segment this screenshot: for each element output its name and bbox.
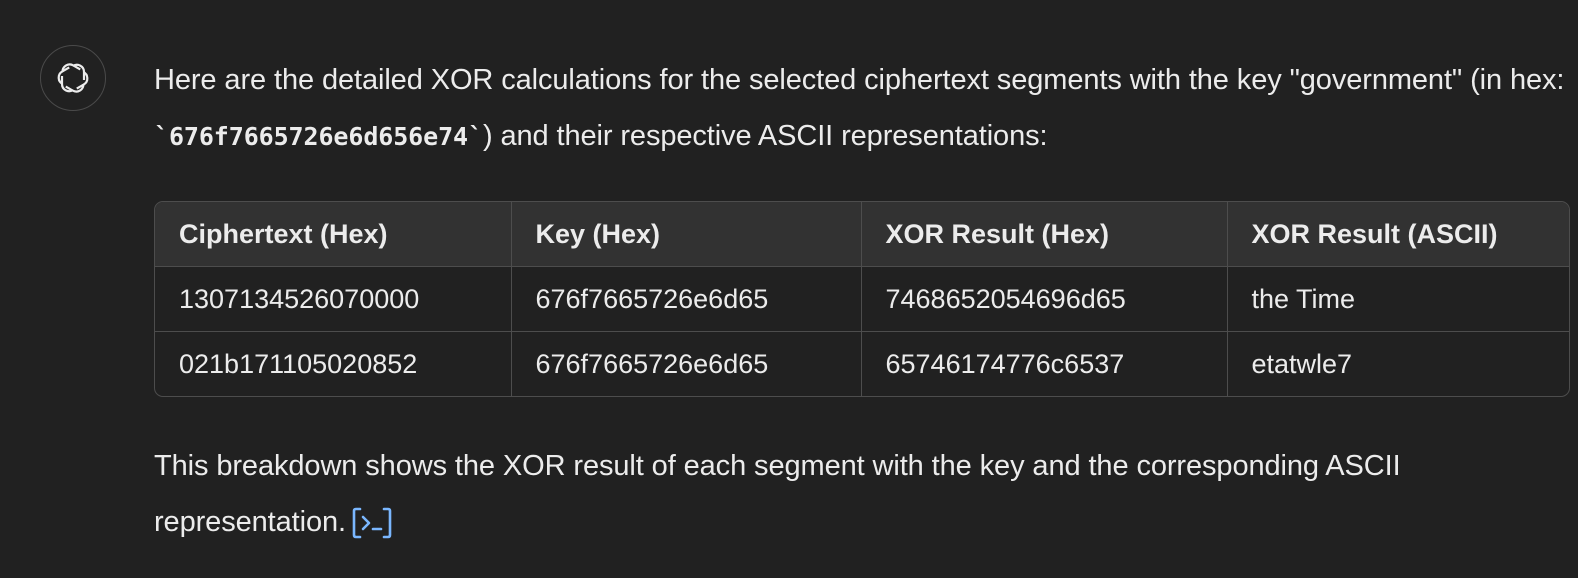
cell-xor-hex: 7468652054696d65 <box>861 266 1228 332</box>
intro-text-part2: ) and their respective ASCII representat… <box>482 120 1048 152</box>
intro-text-part1: Here are the detailed XOR calculations f… <box>154 64 1565 96</box>
cell-xor-ascii: etatwle7 <box>1251 348 1353 379</box>
cell-key: 676f7665726e6d65 <box>511 266 862 332</box>
assistant-avatar <box>40 45 106 111</box>
cell-key: 676f7665726e6d65 <box>511 331 862 396</box>
summary-paragraph: This breakdown shows the XOR result of e… <box>154 438 1578 550</box>
table-row: 1307134526070000 676f7665726e6d65 746865… <box>155 266 1569 332</box>
header-key: Key (Hex) <box>511 202 862 267</box>
table-row: 021b171105020852 676f7665726e6d65 657461… <box>155 331 1569 396</box>
xor-results-table: Ciphertext (Hex) Key (Hex) XOR Result (H… <box>154 201 1570 397</box>
header-xor-ascii: XOR Result (ASCII) <box>1227 202 1569 267</box>
key-hex-code: `676f7665726e6d656e74` <box>154 122 483 151</box>
assistant-message: Here are the detailed XOR calculations f… <box>154 52 1578 550</box>
cell-ciphertext: 1307134526070000 <box>155 266 512 332</box>
header-ciphertext: Ciphertext (Hex) <box>155 202 512 267</box>
header-xor-hex: XOR Result (Hex) <box>861 202 1228 267</box>
cell-xor-hex: 65746174776c6537 <box>861 331 1228 396</box>
summary-text: This breakdown shows the XOR result of e… <box>154 450 1401 538</box>
intro-paragraph: Here are the detailed XOR calculations f… <box>154 52 1578 165</box>
code-analysis-icon <box>352 508 392 539</box>
cell-xor-ascii: the Time <box>1227 266 1569 332</box>
cell-ciphertext: 021b171105020852 <box>155 331 512 396</box>
openai-logo-icon <box>54 60 92 96</box>
view-analysis-button[interactable] <box>352 506 392 540</box>
table-header-row: Ciphertext (Hex) Key (Hex) XOR Result (H… <box>155 202 1569 267</box>
